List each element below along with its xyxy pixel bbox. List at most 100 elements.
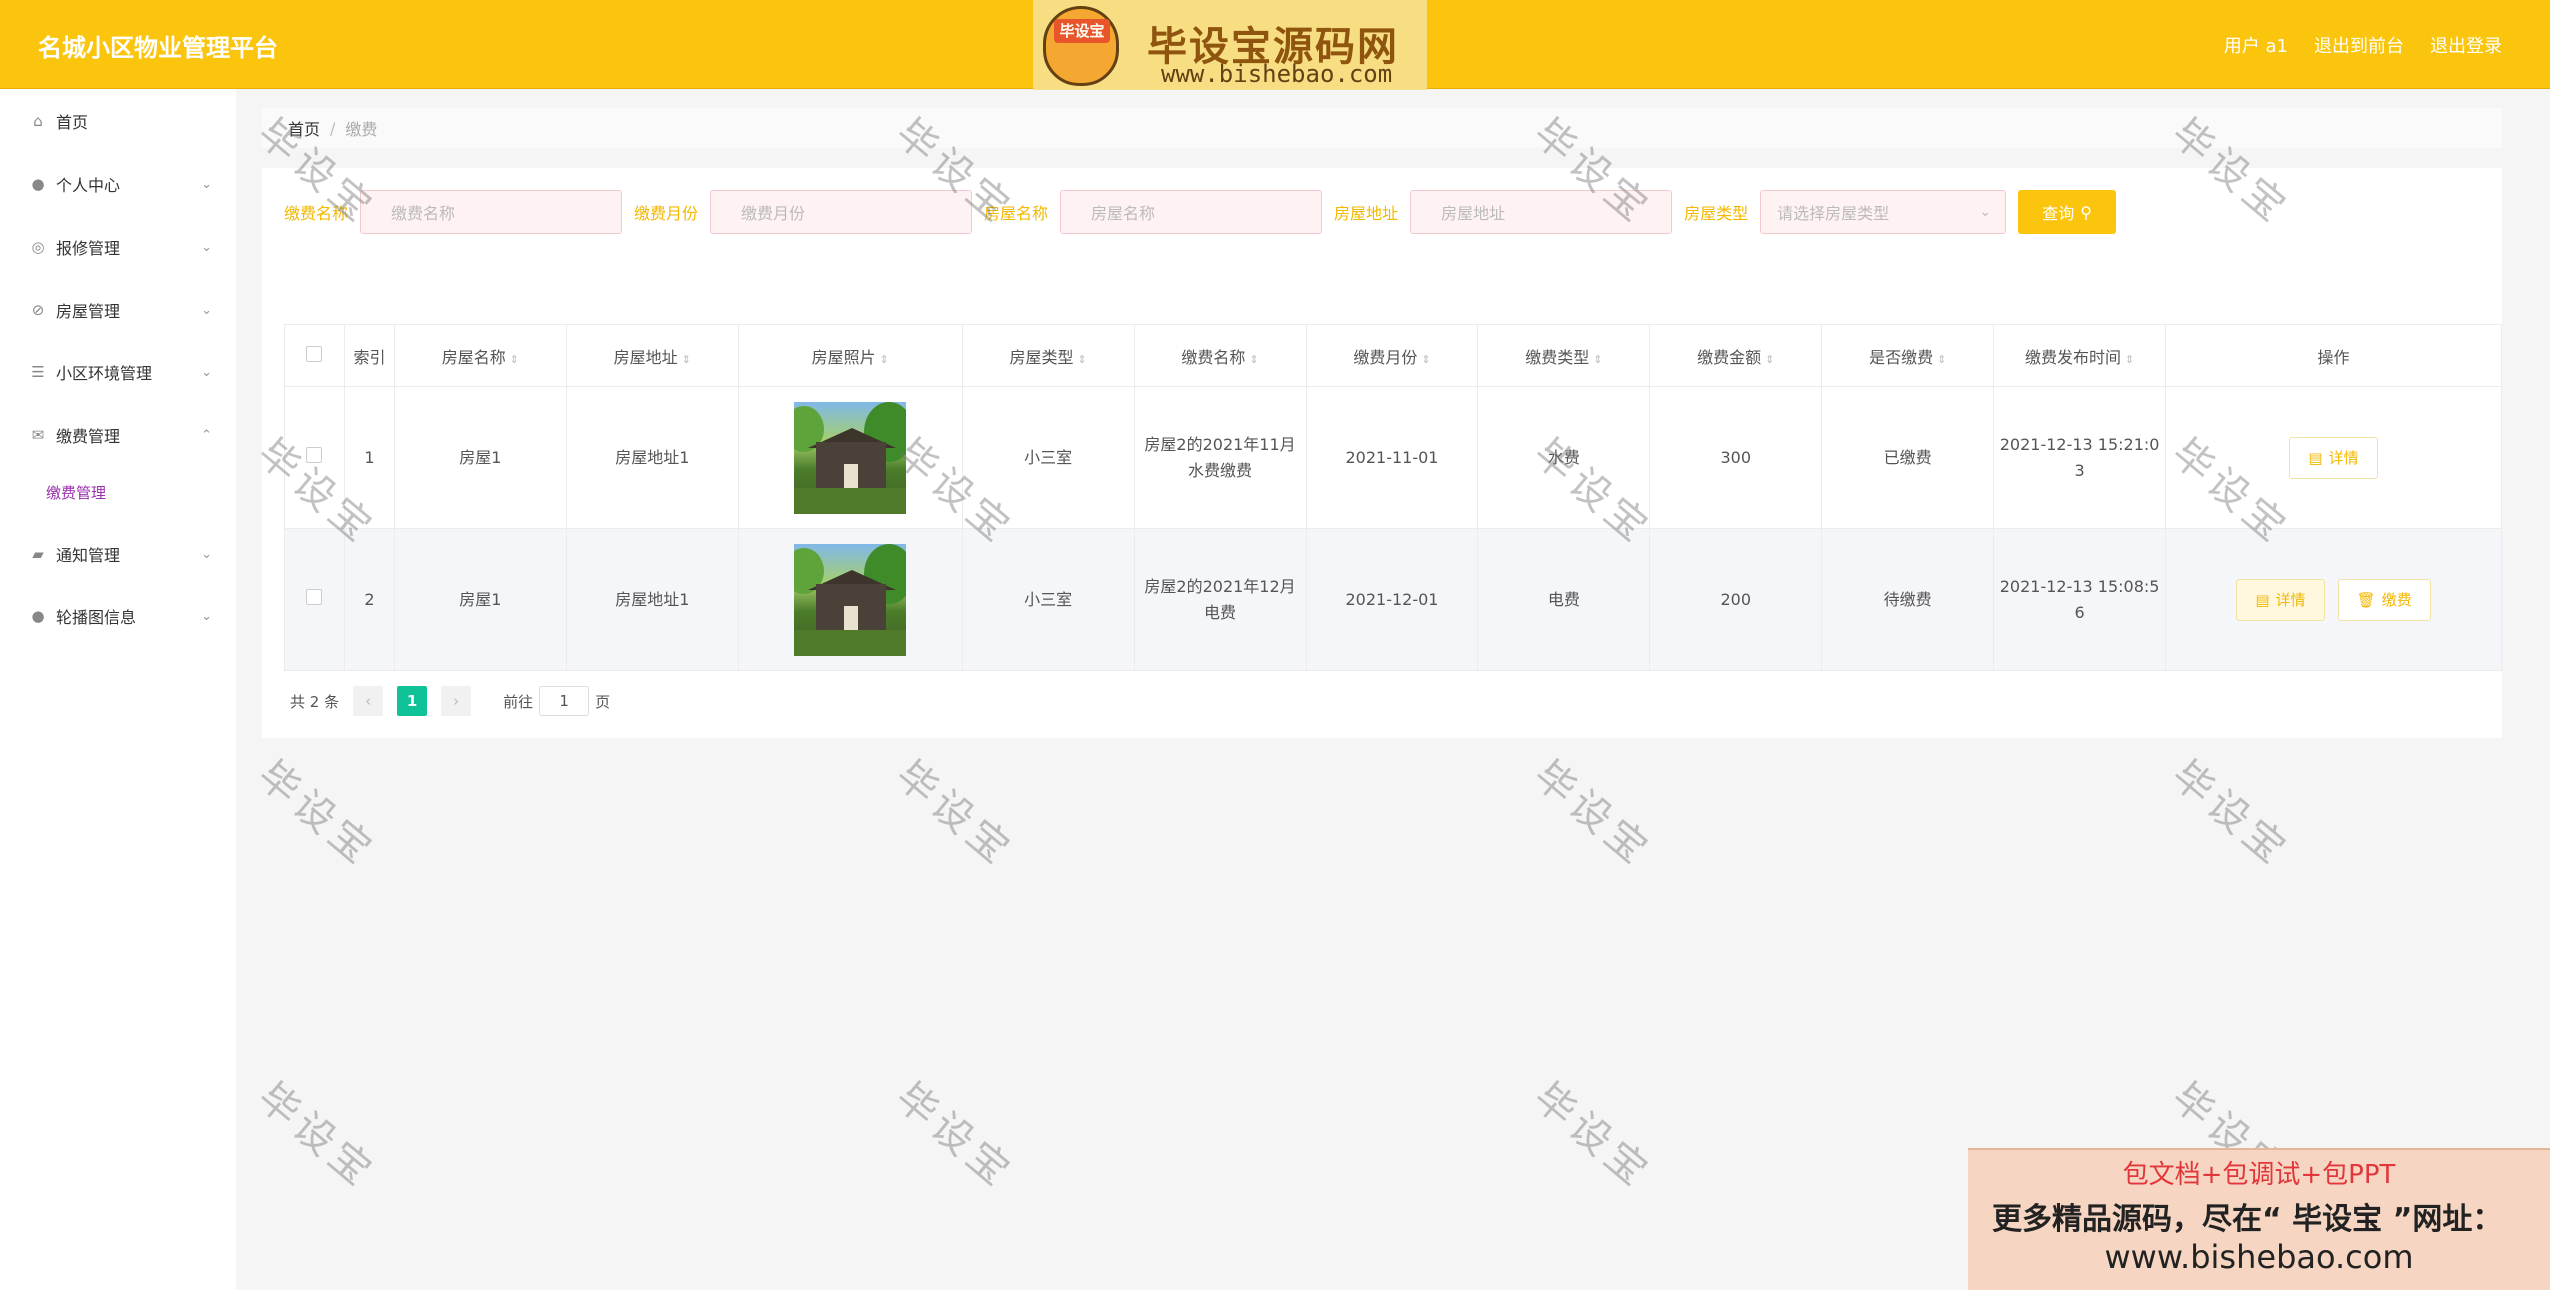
trash-icon: 🗑 <box>2356 590 2376 609</box>
col-fee-month[interactable]: 缴费月份 ⇕ <box>1305 324 1479 387</box>
sidebar-item-payment[interactable]: ✉ 缴费管理 ⌃ <box>0 415 236 455</box>
home-icon: ⌂ <box>33 112 43 130</box>
cell-index: 2 <box>343 528 395 671</box>
col-label: 房屋照片 <box>811 347 876 367</box>
watermark-text: 毕设宝 <box>2162 752 2299 877</box>
house-address-input[interactable]: 房屋地址 <box>1410 190 1673 234</box>
sort-icon: ⇕ <box>1593 352 1603 366</box>
sliders-icon: ☰ <box>31 363 45 381</box>
pagination: 共 2 条 ‹ 1 › 前往 1 页 <box>290 686 610 716</box>
cell-house-address: 房屋地址1 <box>565 528 739 671</box>
sidebar-item-carousel[interactable]: ● 轮播图信息 ⌄ <box>0 596 236 636</box>
col-house-name[interactable]: 房屋名称 ⇕ <box>393 324 567 387</box>
breadcrumb-separator: / <box>330 118 336 138</box>
row-checkbox[interactable] <box>306 446 323 463</box>
house-type-label: 房屋类型 <box>1684 204 1749 223</box>
promo-line2: 更多精品源码，尽在“ 毕设宝 ”网址： <box>1992 1202 2503 1237</box>
col-label: 房屋地址 <box>613 347 678 367</box>
cell-paid: 待缴费 <box>1821 528 1995 671</box>
house-type-placeholder: 请选择房屋类型 <box>1777 204 1890 223</box>
col-paid[interactable]: 是否缴费 ⇕ <box>1821 324 1995 387</box>
cell-house-photo <box>737 528 963 671</box>
search-icon: ⚲ <box>2080 202 2092 222</box>
goto-page-input[interactable]: 1 <box>539 686 590 716</box>
sort-icon: ⇕ <box>1421 352 1431 366</box>
col-publish-time[interactable]: 缴费发布时间 ⇕ <box>1993 324 2167 387</box>
sort-icon: ⇕ <box>1077 352 1087 366</box>
cell-fee-month: 2021-11-01 <box>1305 386 1479 529</box>
detail-button[interactable]: ▤ 详情 <box>2289 436 2378 479</box>
sidebar-item-label: 小区环境管理 <box>56 364 153 383</box>
house-photo[interactable] <box>794 401 907 514</box>
cell-actions: ▤ 详情 🗑 缴费 <box>2165 528 2502 671</box>
sidebar-item-environment[interactable]: ☰ 小区环境管理 ⌄ <box>0 352 236 392</box>
time-line1: 2021-12-13 15:08:5 <box>1999 576 2160 596</box>
select-all-checkbox[interactable] <box>306 345 323 362</box>
cell-amount: 300 <box>1649 386 1823 529</box>
page-number-current[interactable]: 1 <box>397 686 428 716</box>
image-icon: ● <box>31 607 45 625</box>
col-house-photo[interactable]: 房屋照片 ⇕ <box>737 324 963 387</box>
fee-name-line1: 房屋2的2021年12月 <box>1144 576 1296 596</box>
col-label: 缴费名称 <box>1181 347 1246 367</box>
logo-badge-text: 毕设宝 <box>1054 19 1110 43</box>
sidebar-item-label: 通知管理 <box>56 546 121 565</box>
pay-button[interactable]: 🗑 缴费 <box>2337 578 2431 621</box>
repair-icon: ◎ <box>31 238 45 256</box>
watermark-text: 毕设宝 <box>886 1074 1023 1199</box>
back-to-front-link[interactable]: 退出到前台 <box>2314 32 2404 58</box>
sidebar-item-house[interactable]: ⊘ 房屋管理 ⌄ <box>0 290 236 330</box>
select-all-cell <box>284 324 345 387</box>
user-label[interactable]: 用户 a1 <box>2224 32 2288 58</box>
row-checkbox[interactable] <box>306 588 323 605</box>
sidebar-item-label: 个人中心 <box>56 176 121 195</box>
col-label: 房屋类型 <box>1009 347 1074 367</box>
house-icon: ⊘ <box>31 301 45 319</box>
search-button[interactable]: 查询 ⚲ <box>2018 190 2117 234</box>
col-fee-type[interactable]: 缴费类型 ⇕ <box>1477 324 1651 387</box>
col-label: 缴费类型 <box>1525 347 1590 367</box>
total-count: 共 2 条 <box>290 692 340 711</box>
cell-fee-month: 2021-12-01 <box>1305 528 1479 671</box>
prev-page-button[interactable]: ‹ <box>353 686 384 716</box>
breadcrumb: 首页 / 缴费 <box>262 108 2502 148</box>
sidebar-item-repair[interactable]: ◎ 报修管理 ⌄ <box>0 227 236 267</box>
col-label: 缴费发布时间 <box>2024 347 2121 367</box>
watermark-text: 毕设宝 <box>248 1074 385 1199</box>
fee-name-line2: 水费缴费 <box>1188 460 1253 480</box>
fee-name-input[interactable]: 缴费名称 <box>360 190 623 234</box>
cell-house-name: 房屋1 <box>393 528 567 671</box>
fee-month-label: 缴费月份 <box>634 204 699 223</box>
cell-actions: ▤ 详情 <box>2165 386 2502 529</box>
row-select-cell <box>284 386 345 529</box>
detail-button[interactable]: ▤ 详情 <box>2236 578 2325 621</box>
fee-month-input[interactable]: 缴费月份 <box>710 190 973 234</box>
col-label: 缴费月份 <box>1353 347 1418 367</box>
col-house-address[interactable]: 房屋地址 ⇕ <box>565 324 739 387</box>
col-amount[interactable]: 缴费金额 ⇕ <box>1649 324 1823 387</box>
sidebar-item-home[interactable]: ⌂ 首页 <box>0 101 236 141</box>
time-line2: 6 <box>2074 602 2085 622</box>
sidebar-item-label: 首页 <box>56 113 89 132</box>
sidebar-item-notice[interactable]: ▰ 通知管理 ⌄ <box>0 534 236 574</box>
next-page-button[interactable]: › <box>441 686 472 716</box>
sidebar-item-personal[interactable]: ● 个人中心 ⌄ <box>0 164 236 204</box>
house-name-input[interactable]: 房屋名称 <box>1060 190 1323 234</box>
logout-link[interactable]: 退出登录 <box>2430 32 2502 58</box>
col-fee-name[interactable]: 缴费名称 ⇕ <box>1133 324 1307 387</box>
watermark-text: 毕设宝 <box>1524 1074 1661 1199</box>
cell-house-name: 房屋1 <box>393 386 567 529</box>
cell-fee-type: 电费 <box>1477 528 1651 671</box>
cell-house-type: 小三室 <box>961 528 1135 671</box>
document-icon: ▤ <box>2255 590 2270 609</box>
sidebar-subitem-payment-manage[interactable]: 缴费管理 <box>46 482 106 503</box>
promo-banner[interactable]: 包文档+包调试+包PPT 更多精品源码，尽在“ 毕设宝 ”网址： www.bis… <box>1968 1148 2550 1290</box>
time-line2: 3 <box>2074 460 2085 480</box>
house-type-select[interactable]: 请选择房屋类型 ⌄ <box>1760 190 2007 234</box>
header-actions: 用户 a1 退出到前台 退出登录 <box>2224 32 2502 58</box>
chevron-up-icon: ⌃ <box>201 427 212 443</box>
table-row: 2 房屋1 房屋地址1 小三室 房屋2的2021年12月 电费 2021-12-0… <box>284 528 2502 671</box>
house-photo[interactable] <box>794 543 907 656</box>
breadcrumb-home[interactable]: 首页 <box>288 116 320 140</box>
col-house-type[interactable]: 房屋类型 ⇕ <box>961 324 1135 387</box>
